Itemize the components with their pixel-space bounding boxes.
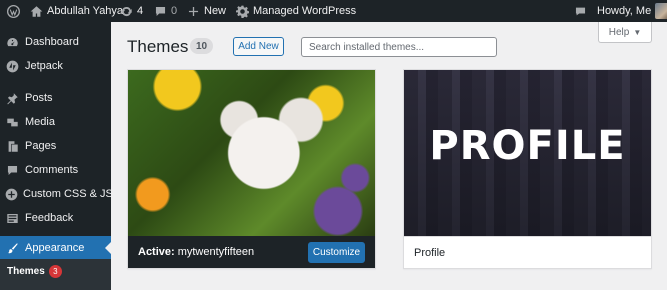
gear-icon bbox=[235, 4, 249, 18]
media-icon bbox=[5, 115, 20, 130]
managed-wordpress-link[interactable]: Managed WordPress bbox=[235, 0, 356, 22]
comment-icon bbox=[5, 163, 20, 178]
brush-icon bbox=[5, 241, 20, 256]
home-icon bbox=[29, 4, 43, 18]
dashboard-icon bbox=[5, 35, 20, 50]
updates-link[interactable]: 4 bbox=[119, 0, 143, 22]
notification-icon bbox=[573, 4, 587, 18]
updates-icon bbox=[119, 4, 133, 18]
sidebar-item-label: Comments bbox=[25, 164, 79, 176]
sidebar-item-media[interactable]: Media bbox=[0, 110, 111, 134]
sidebar-item-posts[interactable]: Posts bbox=[0, 86, 111, 110]
sidebar-item-label: Custom CSS & JS bbox=[23, 188, 113, 200]
sidebar-item-label: Media bbox=[25, 116, 55, 128]
sidebar-item-label: Posts bbox=[25, 92, 53, 104]
theme-card-active[interactable]: Active: mytwentyfifteen Customize bbox=[127, 69, 376, 269]
themes-update-badge: 3 bbox=[48, 265, 62, 278]
account-menu[interactable]: Howdy, Me bbox=[597, 0, 667, 22]
jetpack-icon bbox=[5, 59, 20, 74]
theme-name: Profile bbox=[414, 246, 446, 259]
sidebar-item-label: Pages bbox=[25, 140, 57, 152]
comments-link[interactable]: 0 bbox=[153, 0, 177, 22]
pin-icon bbox=[5, 91, 20, 106]
sidebar-item-feedback[interactable]: Feedback bbox=[0, 206, 111, 230]
sidebar-item-label: Jetpack bbox=[25, 60, 63, 72]
plus-icon bbox=[186, 4, 200, 18]
feedback-icon bbox=[5, 211, 20, 226]
avatar bbox=[655, 3, 667, 19]
chevron-down-icon: ▼ bbox=[633, 27, 642, 37]
active-theme-name: mytwentyfifteen bbox=[177, 246, 255, 258]
sidebar-item-label: Dashboard bbox=[25, 36, 79, 48]
page-title: Themes bbox=[127, 37, 189, 56]
new-content-link[interactable]: New bbox=[186, 0, 226, 22]
sidebar-item-label: Appearance bbox=[25, 242, 85, 254]
wordpress-logo-item[interactable] bbox=[6, 0, 20, 22]
managed-label: Managed WordPress bbox=[253, 5, 357, 17]
comment-icon bbox=[153, 4, 167, 18]
help-label: Help bbox=[608, 26, 630, 38]
submenu-item-themes[interactable]: Themes 3 bbox=[7, 265, 62, 278]
updates-count: 4 bbox=[137, 5, 144, 17]
theme-name-bar: Profile bbox=[404, 236, 651, 268]
submenu-item-label: Themes bbox=[7, 266, 45, 277]
theme-count-badge: 10 bbox=[190, 38, 214, 54]
sidebar-item-comments[interactable]: Comments bbox=[0, 158, 111, 182]
greeting: Howdy, Me bbox=[597, 5, 652, 17]
sidebar-item-pages[interactable]: Pages bbox=[0, 134, 111, 158]
plus-circle-icon bbox=[5, 187, 18, 202]
wordpress-icon bbox=[6, 4, 20, 18]
sidebar-item-appearance[interactable]: Appearance bbox=[0, 236, 111, 260]
site-name: Abdullah Yahya bbox=[47, 5, 124, 17]
appearance-submenu: Themes 3 bbox=[0, 259, 111, 290]
add-new-button[interactable]: Add New bbox=[233, 37, 284, 56]
profile-logo: PROFILE bbox=[429, 123, 626, 169]
admin-bar: Abdullah Yahya 4 0 New Managed WordPress… bbox=[0, 0, 667, 22]
comments-count: 0 bbox=[171, 5, 178, 17]
site-name-link[interactable]: Abdullah Yahya bbox=[29, 0, 123, 22]
sidebar-item-jetpack[interactable]: Jetpack bbox=[0, 54, 111, 78]
help-button[interactable]: Help ▼ bbox=[598, 22, 652, 43]
sidebar-item-dashboard[interactable]: Dashboard bbox=[0, 30, 111, 54]
sidebar-item-label: Feedback bbox=[25, 212, 74, 224]
notifications-button[interactable] bbox=[573, 0, 587, 22]
admin-sidebar: Dashboard Jetpack Posts Media Pages Comm… bbox=[0, 22, 113, 290]
theme-screenshot-profile[interactable]: PROFILE bbox=[404, 70, 651, 236]
active-prefix: Active: bbox=[138, 246, 175, 258]
pages-icon bbox=[5, 139, 20, 154]
theme-screenshot-kitten[interactable] bbox=[128, 70, 375, 236]
customize-button[interactable]: Customize bbox=[308, 242, 365, 263]
search-input[interactable]: Search installed themes... bbox=[301, 37, 497, 57]
sidebar-item-custom-css-js[interactable]: Custom CSS & JS bbox=[0, 182, 113, 206]
new-label: New bbox=[204, 5, 227, 17]
theme-card-profile[interactable]: PROFILE Profile bbox=[403, 69, 652, 269]
